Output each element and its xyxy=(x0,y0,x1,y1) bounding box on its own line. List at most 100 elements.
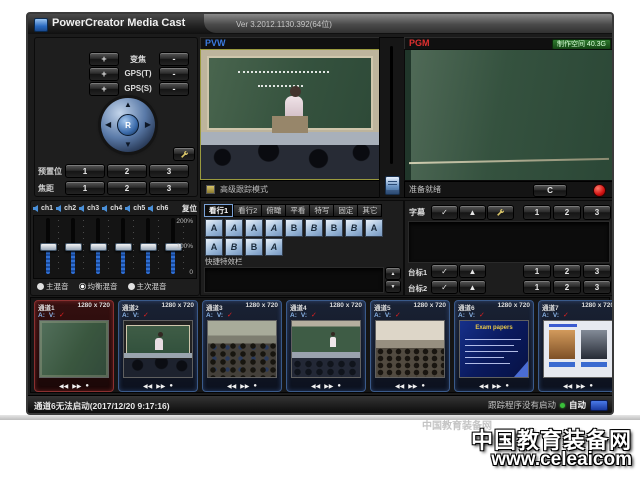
channel-card-1[interactable]: 通道11280 x 720 A:V:✓ ◀◀▶▶● xyxy=(34,300,114,392)
quickbar-down-button[interactable]: ▼ xyxy=(385,280,401,293)
stop-icon[interactable]: ● xyxy=(253,383,257,390)
clear-button[interactable]: C xyxy=(533,184,567,197)
pan-up-icon[interactable]: ▲ xyxy=(124,101,132,109)
pvw-monitor[interactable] xyxy=(200,49,380,180)
stop-icon[interactable]: ● xyxy=(589,383,593,390)
subtitle-1-button[interactable]: 1 xyxy=(523,205,551,220)
stop-icon[interactable]: ● xyxy=(85,383,89,390)
panel-icon[interactable] xyxy=(590,400,608,411)
fader-thumb[interactable] xyxy=(40,243,57,251)
mode-main-mix[interactable]: 主混音 xyxy=(37,281,69,292)
focus-2-button[interactable]: 2 xyxy=(107,181,147,195)
forward-icon[interactable]: ▶▶ xyxy=(324,383,333,390)
tab-view2[interactable]: 看行2 xyxy=(233,204,261,217)
focus-3-button[interactable]: 3 xyxy=(149,181,189,195)
transition-preview[interactable]: A xyxy=(225,219,243,237)
fader-ch5[interactable] xyxy=(140,218,156,274)
subtitle-2-button[interactable]: 2 xyxy=(553,205,581,220)
fader-ch1[interactable] xyxy=(40,218,56,274)
transition-preview[interactable]: A xyxy=(265,238,283,256)
transition-preview[interactable]: B xyxy=(285,219,303,237)
transition-preview[interactable]: B xyxy=(345,219,363,237)
ptz-dpad[interactable]: ▲ ▼ ◀ ▶ R xyxy=(101,98,155,152)
pgm-monitor[interactable] xyxy=(404,49,614,181)
tab-overhead[interactable]: 俯瞰 xyxy=(261,204,285,217)
ptz-reset-button[interactable]: R xyxy=(117,114,139,136)
channel-card-5[interactable]: 通道51280 x 720 A:V:✓ ◀◀▶▶● xyxy=(370,300,450,392)
mode-balanced-mix[interactable]: 均衡混音 xyxy=(79,281,118,292)
subtitle-settings-button[interactable] xyxy=(487,205,514,220)
zoom-minus-button[interactable]: - xyxy=(159,52,189,66)
logo2-1-button[interactable]: 1 xyxy=(523,280,551,294)
logo1-1-button[interactable]: 1 xyxy=(523,264,551,278)
quickbar-up-button[interactable]: ▲ xyxy=(385,267,401,280)
fader-ch4[interactable] xyxy=(115,218,131,274)
tab-fixed[interactable]: 固定 xyxy=(333,204,357,217)
mixer-channel-ch2[interactable]: ch2 xyxy=(56,205,76,212)
preset-3-button[interactable]: 3 xyxy=(149,164,189,178)
forward-icon[interactable]: ▶▶ xyxy=(156,383,165,390)
mixer-channel-ch5[interactable]: ch5 xyxy=(125,205,145,212)
fader-thumb[interactable] xyxy=(140,243,157,251)
transition-preview[interactable]: B xyxy=(325,219,343,237)
transition-preview[interactable]: A xyxy=(245,219,263,237)
forward-icon[interactable]: ▶▶ xyxy=(240,383,249,390)
focus-1-button[interactable]: 1 xyxy=(65,181,105,195)
forward-icon[interactable]: ▶▶ xyxy=(492,383,501,390)
transition-preview[interactable]: A xyxy=(205,219,223,237)
gps-s-plus-button[interactable]: + xyxy=(89,82,119,96)
logo1-apply-button[interactable]: ✓ xyxy=(431,264,458,278)
transition-lever[interactable] xyxy=(385,176,400,195)
transition-preview[interactable]: A xyxy=(365,219,383,237)
stop-icon[interactable]: ● xyxy=(169,383,173,390)
zoom-plus-button[interactable]: + xyxy=(89,52,119,66)
transition-preview[interactable]: B xyxy=(225,238,243,256)
rewind-icon[interactable]: ◀◀ xyxy=(143,383,152,390)
stop-icon[interactable]: ● xyxy=(421,383,425,390)
logo2-3-button[interactable]: 3 xyxy=(583,280,611,294)
channel-thumbnail[interactable] xyxy=(123,320,193,378)
mode-primary-secondary-mix[interactable]: 主次混音 xyxy=(128,281,167,292)
tab-other[interactable]: 其它 xyxy=(357,204,382,217)
channel-card-6[interactable]: 通道61280 x 720 A:V:✓ Exam papers ◀◀▶▶● xyxy=(454,300,534,392)
radio-icon[interactable] xyxy=(37,283,44,290)
forward-icon[interactable]: ▶▶ xyxy=(576,383,585,390)
ptz-settings-button[interactable] xyxy=(173,147,195,161)
rewind-icon[interactable]: ◀◀ xyxy=(479,383,488,390)
auto-toggle[interactable]: 自动 xyxy=(569,399,586,411)
rewind-icon[interactable]: ◀◀ xyxy=(311,383,320,390)
mixer-reset-button[interactable]: 复位 xyxy=(182,203,197,214)
gps-t-minus-button[interactable]: - xyxy=(159,67,189,81)
fader-ch3[interactable] xyxy=(90,218,106,274)
tab-level[interactable]: 平看 xyxy=(285,204,309,217)
pan-left-icon[interactable]: ◀ xyxy=(105,121,111,129)
fader-ch2[interactable] xyxy=(65,218,81,274)
fader-thumb[interactable] xyxy=(65,243,82,251)
mixer-channel-ch4[interactable]: ch4 xyxy=(102,205,122,212)
rewind-icon[interactable]: ◀◀ xyxy=(395,383,404,390)
transition-preview[interactable]: A xyxy=(265,219,283,237)
channel-thumbnail[interactable] xyxy=(291,320,361,378)
transition-preview[interactable]: B xyxy=(305,219,323,237)
tab-closeup[interactable]: 特写 xyxy=(309,204,333,217)
channel-card-4[interactable]: 通道41280 x 720 A:V:✓ ◀◀▶▶● xyxy=(286,300,366,392)
fader-thumb[interactable] xyxy=(90,243,107,251)
quick-effects-bar[interactable] xyxy=(204,267,384,293)
channel-card-3[interactable]: 通道31280 x 720 A:V:✓ ◀◀▶▶● xyxy=(202,300,282,392)
gps-t-plus-button[interactable]: + xyxy=(89,67,119,81)
logo2-up-button[interactable]: ▲ xyxy=(459,280,486,294)
channel-card-2[interactable]: 通道21280 x 720 A:V:✓ ◀◀▶▶● xyxy=(118,300,198,392)
tab-view1[interactable]: 看行1 xyxy=(204,204,233,217)
rewind-icon[interactable]: ◀◀ xyxy=(59,383,68,390)
radio-icon[interactable] xyxy=(128,283,135,290)
record-button[interactable] xyxy=(593,184,606,197)
rewind-icon[interactable]: ◀◀ xyxy=(227,383,236,390)
mixer-channel-ch3[interactable]: ch3 xyxy=(79,205,99,212)
stop-icon[interactable]: ● xyxy=(505,383,509,390)
logo2-apply-button[interactable]: ✓ xyxy=(431,280,458,294)
subtitle-apply-button[interactable]: ✓ xyxy=(431,205,458,220)
logo1-2-button[interactable]: 2 xyxy=(553,264,581,278)
rewind-icon[interactable]: ◀◀ xyxy=(563,383,572,390)
channel-thumbnail[interactable] xyxy=(375,320,445,378)
subtitle-3-button[interactable]: 3 xyxy=(583,205,611,220)
